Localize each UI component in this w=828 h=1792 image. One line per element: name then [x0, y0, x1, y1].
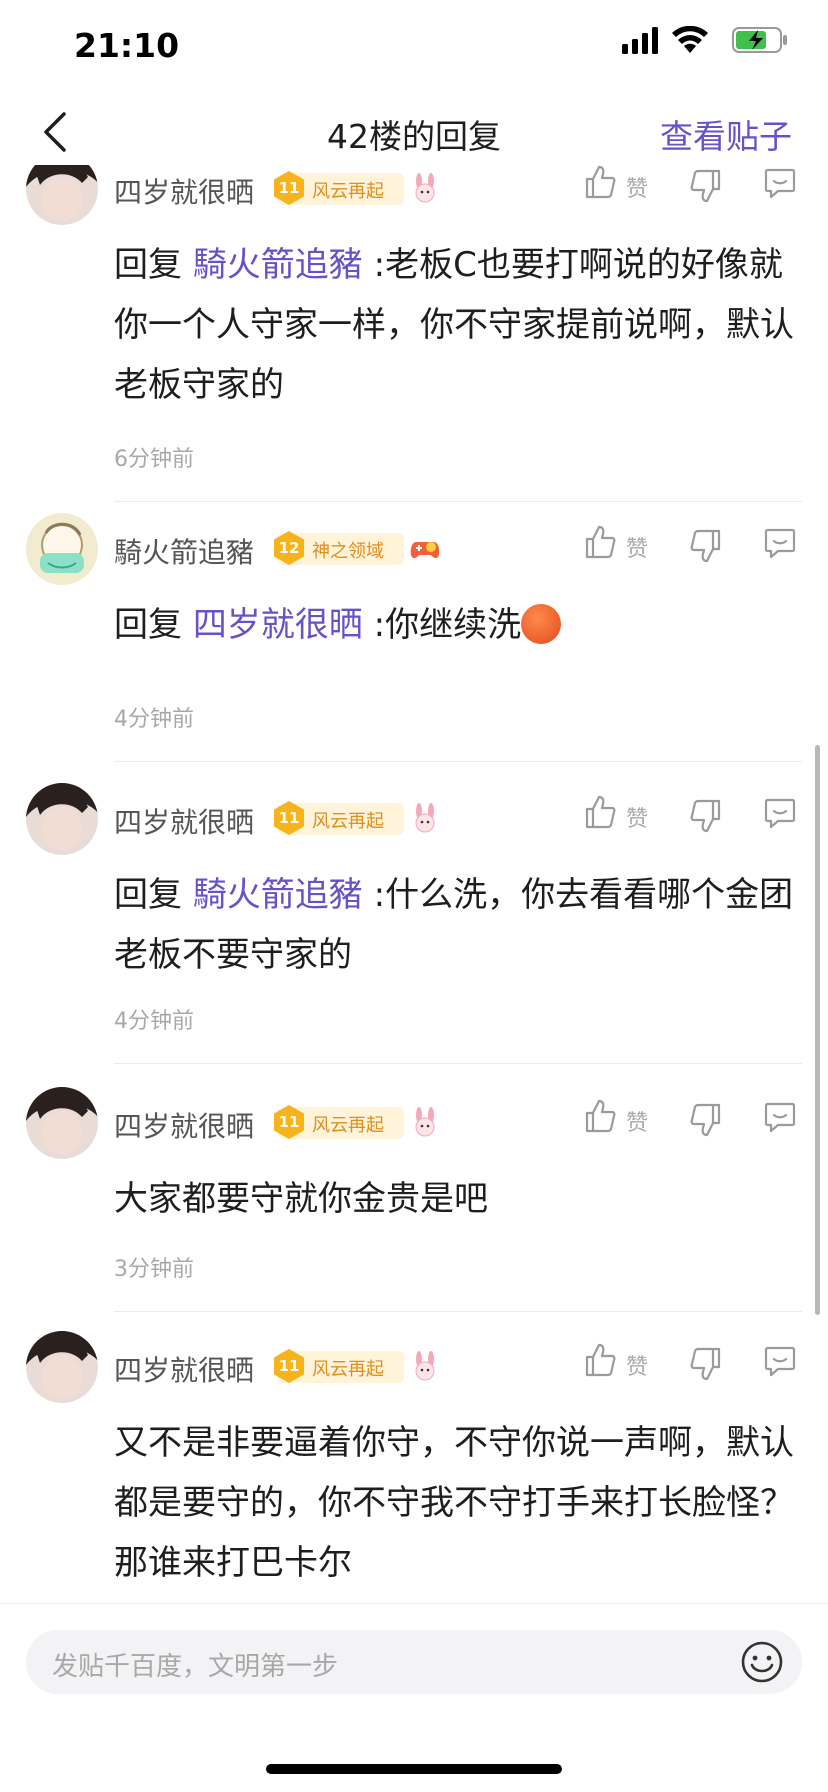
input-placeholder: 发贴千百度，文明第一步	[52, 1652, 339, 1682]
level-number: 11	[274, 1105, 304, 1139]
reply-input[interactable]: 发贴千百度，文明第一步	[26, 1630, 802, 1694]
reply-time: 4分钟前	[114, 707, 194, 732]
mention-link[interactable]: 騎火箭追豬	[193, 245, 363, 285]
level-badge: 11 风云再起	[274, 1349, 404, 1383]
reply-prefix: 回复	[114, 875, 193, 915]
mention-link[interactable]: 騎火箭追豬	[193, 875, 363, 915]
comment-icon[interactable]	[764, 527, 796, 559]
scrollbar[interactable]	[815, 745, 820, 1315]
avatar[interactable]	[26, 165, 98, 225]
nav-bar: 42楼的回复 查看贴子	[0, 100, 828, 164]
divider	[114, 761, 802, 762]
author-name[interactable]: 四岁就很晒	[114, 801, 254, 841]
reply-content: 回复 騎火箭追豬 :什么洗，你去看看哪个金团老板不要守家的	[114, 865, 804, 985]
reply-content: 回复 騎火箭追豬 :老板C也要打啊说的好像就你一个人守家一样，你不守家提前说啊，…	[114, 235, 804, 415]
level-title: 风云再起	[312, 811, 384, 832]
dislike-icon[interactable]	[690, 1347, 722, 1381]
avatar[interactable]	[26, 1087, 98, 1159]
reply-prefix: 回复	[114, 245, 193, 285]
reply-prefix: 回复	[114, 605, 193, 645]
level-number: 11	[274, 801, 304, 835]
author-name[interactable]: 騎火箭追豬	[114, 531, 254, 571]
comment-icon[interactable]	[764, 1345, 796, 1377]
divider	[114, 1311, 802, 1312]
reply-time: 6分钟前	[114, 447, 194, 472]
like-label[interactable]: 赞	[626, 1349, 648, 1381]
signal-icon	[622, 27, 658, 54]
rabbit-icon	[415, 1351, 435, 1381]
bottom-bar: 发贴千百度，文明第一步	[0, 1603, 828, 1792]
view-post-button[interactable]: 查看贴子	[660, 110, 792, 158]
comment-icon[interactable]	[764, 167, 796, 199]
home-indicator[interactable]	[266, 1764, 562, 1774]
dislike-icon[interactable]	[690, 799, 722, 833]
reply-list[interactable]: 四岁就很晒 11 风云再起 赞 回复 騎火箭追豬 :老板C也要打啊说的好像就你一…	[0, 165, 828, 1602]
reply-body: :你继续洗	[362, 605, 522, 645]
level-number: 11	[274, 171, 304, 205]
like-label[interactable]: 赞	[626, 171, 648, 203]
dislike-icon[interactable]	[690, 1103, 722, 1137]
status-bar: 21:10	[0, 0, 828, 90]
divider	[114, 501, 802, 502]
reply-time: 3分钟前	[114, 1257, 194, 1282]
author-name[interactable]: 四岁就很晒	[114, 171, 254, 211]
smirk-emoji-icon	[521, 604, 562, 644]
rabbit-icon	[415, 173, 435, 203]
like-icon[interactable]	[584, 1099, 616, 1133]
emoji-icon[interactable]	[740, 1640, 784, 1684]
dislike-icon[interactable]	[690, 169, 722, 203]
author-name[interactable]: 四岁就很晒	[114, 1105, 254, 1145]
wifi-icon	[672, 26, 708, 53]
reply-content: 大家都要守就你金贵是吧	[114, 1179, 488, 1219]
like-icon[interactable]	[584, 525, 616, 559]
like-label[interactable]: 赞	[626, 801, 648, 833]
author-name[interactable]: 四岁就很晒	[114, 1349, 254, 1389]
avatar[interactable]	[26, 513, 98, 585]
level-title: 风云再起	[312, 181, 384, 202]
reply-content: 回复 四岁就很晒 :你继续洗	[114, 595, 804, 655]
like-icon[interactable]	[584, 795, 616, 829]
reply-content: 又不是非要逼着你守，不守你说一声啊，默认都是要守的，你不守我不守打手来打长脸怪？…	[114, 1423, 794, 1583]
gamepad-icon	[410, 542, 440, 558]
level-badge: 11 风云再起	[274, 801, 404, 835]
comment-icon[interactable]	[764, 1101, 796, 1133]
level-badge: 11 风云再起	[274, 1105, 404, 1139]
avatar[interactable]	[26, 783, 98, 855]
level-title: 风云再起	[312, 1359, 384, 1380]
like-label[interactable]: 赞	[626, 531, 648, 563]
dislike-icon[interactable]	[690, 529, 722, 563]
rabbit-icon	[415, 803, 435, 833]
battery-icon	[732, 27, 787, 53]
level-badge: 12 神之领域	[274, 531, 404, 565]
level-badge: 11 风云再起	[274, 171, 404, 205]
rabbit-icon	[415, 1107, 435, 1137]
level-number: 12	[274, 531, 304, 565]
like-icon[interactable]	[584, 165, 616, 199]
divider	[114, 1063, 802, 1064]
like-icon[interactable]	[584, 1343, 616, 1377]
mention-link[interactable]: 四岁就很晒	[193, 605, 363, 645]
status-time: 21:10	[74, 26, 180, 65]
comment-icon[interactable]	[764, 797, 796, 829]
reply-time: 4分钟前	[114, 1009, 194, 1034]
level-title: 神之领域	[312, 541, 384, 562]
avatar[interactable]	[26, 1331, 98, 1403]
level-title: 风云再起	[312, 1115, 384, 1136]
level-number: 11	[274, 1349, 304, 1383]
like-label[interactable]: 赞	[626, 1105, 648, 1137]
